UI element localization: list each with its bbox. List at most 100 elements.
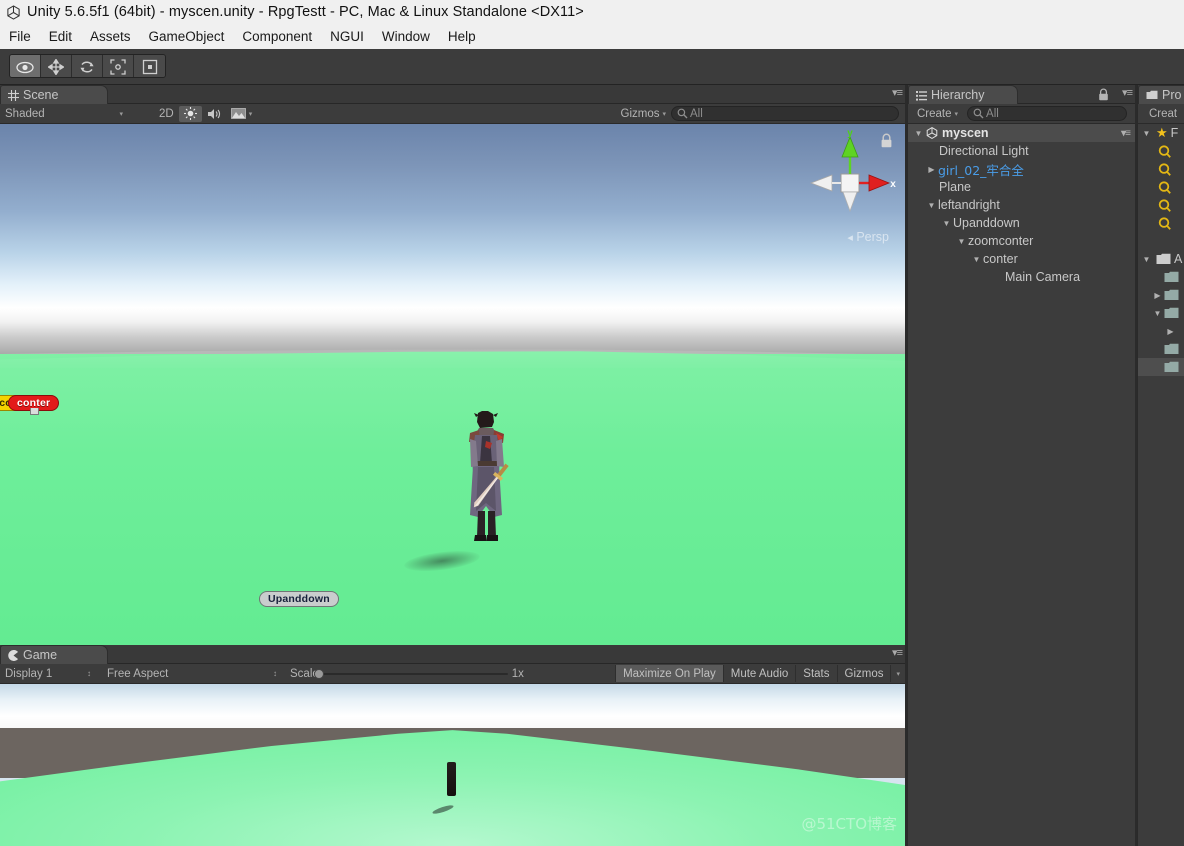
hierarchy-search-field[interactable]: All: [967, 106, 1127, 121]
display-dropdown[interactable]: Display 1 ↕: [0, 666, 96, 682]
project-row-saved-search-2[interactable]: [1138, 160, 1184, 178]
project-tree[interactable]: ★ F: [1138, 124, 1184, 846]
effects-toggle-button[interactable]: ▾: [226, 106, 258, 122]
effects-chevron-icon: ▾: [248, 110, 253, 118]
move-tool-button[interactable]: [41, 55, 72, 77]
project-row-assets[interactable]: A: [1138, 250, 1184, 268]
game-gizmos-button[interactable]: Gizmos: [836, 665, 891, 682]
expand-triangle-icon[interactable]: [925, 165, 938, 174]
project-row-favorites[interactable]: ★ F: [1138, 124, 1184, 142]
expand-triangle-icon[interactable]: [925, 201, 938, 210]
project-row-saved-search-3[interactable]: [1138, 178, 1184, 196]
hierarchy-row-conter[interactable]: conter: [908, 250, 1136, 268]
menu-window[interactable]: Window: [373, 27, 439, 46]
scene-gizmos-dropdown[interactable]: Gizmos ▾: [616, 106, 672, 122]
scene-panel-menu-button[interactable]: ▾≡: [892, 88, 903, 99]
stats-button[interactable]: Stats: [795, 665, 836, 682]
menu-assets[interactable]: Assets: [81, 27, 140, 46]
sun-icon: [183, 107, 197, 120]
tab-game[interactable]: Game: [0, 645, 108, 664]
tab-scene-label: Scene: [23, 88, 59, 102]
scene-view-panel: Scene ▾≡ Shaded ▾ 2D ▾ Gizmos ▾ All cont…: [0, 85, 905, 645]
menu-edit[interactable]: Edit: [40, 27, 81, 46]
unity-logo-icon: [7, 4, 20, 20]
hierarchy-item-label: Upanddown: [953, 216, 1020, 230]
game-gizmos-dropdown[interactable]: ▾: [890, 665, 905, 682]
hierarchy-row-main-camera[interactable]: Main Camera: [908, 268, 1136, 286]
hierarchy-row-girl-02[interactable]: girl_02_牢合全: [908, 160, 1136, 178]
hierarchy-item-label: leftandright: [938, 198, 1000, 212]
mute-audio-button[interactable]: Mute Audio: [722, 665, 796, 682]
scene-row-menu-button[interactable]: ▾≡: [1121, 128, 1131, 139]
scale-tool-button[interactable]: [103, 55, 134, 77]
lighting-toggle-button[interactable]: [178, 105, 202, 122]
expand-triangle-icon[interactable]: [1164, 327, 1177, 336]
hierarchy-row-leftandright[interactable]: leftandright: [908, 196, 1136, 214]
project-row-folder-6[interactable]: [1138, 358, 1184, 376]
project-row-saved-search-1[interactable]: [1138, 142, 1184, 160]
menu-help[interactable]: Help: [439, 27, 485, 46]
scene-label-upanddown[interactable]: Upanddown: [259, 591, 339, 607]
tab-hierarchy[interactable]: Hierarchy: [908, 85, 1018, 104]
folder-icon: [1156, 253, 1171, 264]
hierarchy-row-directional-light[interactable]: Directional Light: [908, 142, 1136, 160]
hierarchy-row-scene-root[interactable]: myscen ▾≡: [908, 124, 1136, 142]
project-row-folder-2[interactable]: [1138, 286, 1184, 304]
project-create-dropdown[interactable]: Creat: [1144, 106, 1182, 122]
draw-mode-dropdown[interactable]: Shaded ▾: [0, 106, 128, 122]
menu-component[interactable]: Component: [233, 27, 321, 46]
game-viewport[interactable]: @51CTO博客: [0, 684, 905, 846]
menu-ngui[interactable]: NGUI: [321, 27, 373, 46]
toggle-2d-button[interactable]: 2D: [154, 106, 179, 122]
scale-slider[interactable]: [313, 668, 508, 679]
menu-bar: File Edit Assets GameObject Component NG…: [0, 24, 1184, 49]
project-favorites-label: F: [1170, 126, 1179, 140]
scene-viewport[interactable]: zoomconter conter Upanddown y x: [0, 124, 905, 645]
expand-triangle-icon[interactable]: [955, 237, 968, 246]
game-tab-row: Game ▾≡: [0, 645, 905, 664]
project-row-saved-search-4[interactable]: [1138, 196, 1184, 214]
tab-project[interactable]: Pro: [1138, 85, 1184, 104]
tab-scene[interactable]: Scene: [0, 85, 108, 104]
project-row-saved-search-5[interactable]: [1138, 214, 1184, 232]
scene-search-field[interactable]: All: [671, 106, 899, 121]
hierarchy-row-plane[interactable]: Plane: [908, 178, 1136, 196]
hierarchy-tree[interactable]: myscen ▾≡ Directional Light girl_02_牢合全 …: [908, 124, 1136, 846]
menu-file[interactable]: File: [0, 27, 40, 46]
project-panel: Pro Creat ★ F: [1137, 85, 1184, 846]
project-row-folder-5[interactable]: [1138, 340, 1184, 358]
scene-lock-icon[interactable]: [880, 133, 893, 148]
draw-mode-label: Shaded: [5, 107, 45, 120]
expand-triangle-icon[interactable]: [970, 255, 983, 264]
expand-triangle-icon[interactable]: [1151, 309, 1164, 318]
view-tool-button[interactable]: [10, 55, 41, 77]
project-row-folder-3[interactable]: [1138, 304, 1184, 322]
aspect-dropdown[interactable]: Free Aspect ↕: [102, 666, 282, 682]
audio-toggle-button[interactable]: [202, 106, 226, 122]
menu-gameobject[interactable]: GameObject: [140, 27, 234, 46]
project-row-folder-4[interactable]: [1138, 322, 1184, 340]
hierarchy-row-zoomconter[interactable]: zoomconter: [908, 232, 1136, 250]
hierarchy-create-dropdown[interactable]: Create ▾: [912, 106, 963, 122]
divider-scene-hierarchy[interactable]: [905, 85, 907, 846]
expand-triangle-icon[interactable]: [1140, 129, 1153, 138]
rotate-tool-button[interactable]: [72, 55, 103, 77]
game-panel-menu-button[interactable]: ▾≡: [892, 648, 903, 659]
main-toolbar: Center Local: [0, 49, 1184, 128]
project-row-folder-1[interactable]: [1138, 268, 1184, 286]
maximize-on-play-button[interactable]: Maximize On Play: [615, 665, 723, 682]
toggle-2d-label: 2D: [159, 107, 174, 120]
expand-triangle-icon[interactable]: [940, 219, 953, 228]
hierarchy-lock-icon[interactable]: [1098, 88, 1109, 101]
hierarchy-row-upanddown[interactable]: Upanddown: [908, 214, 1136, 232]
expand-triangle-icon[interactable]: [912, 129, 925, 138]
scale-slider-knob[interactable]: [313, 668, 324, 679]
hierarchy-item-label: Main Camera: [1005, 270, 1081, 284]
hierarchy-panel-menu-button[interactable]: ▾≡: [1122, 88, 1133, 99]
folder-icon: [1164, 361, 1179, 372]
rect-tool-button[interactable]: [134, 55, 165, 77]
expand-triangle-icon[interactable]: [1140, 255, 1153, 264]
chevron-down-icon: ▾: [119, 110, 123, 118]
expand-triangle-icon[interactable]: [1151, 291, 1164, 300]
divider-hierarchy-project[interactable]: [1135, 85, 1137, 846]
